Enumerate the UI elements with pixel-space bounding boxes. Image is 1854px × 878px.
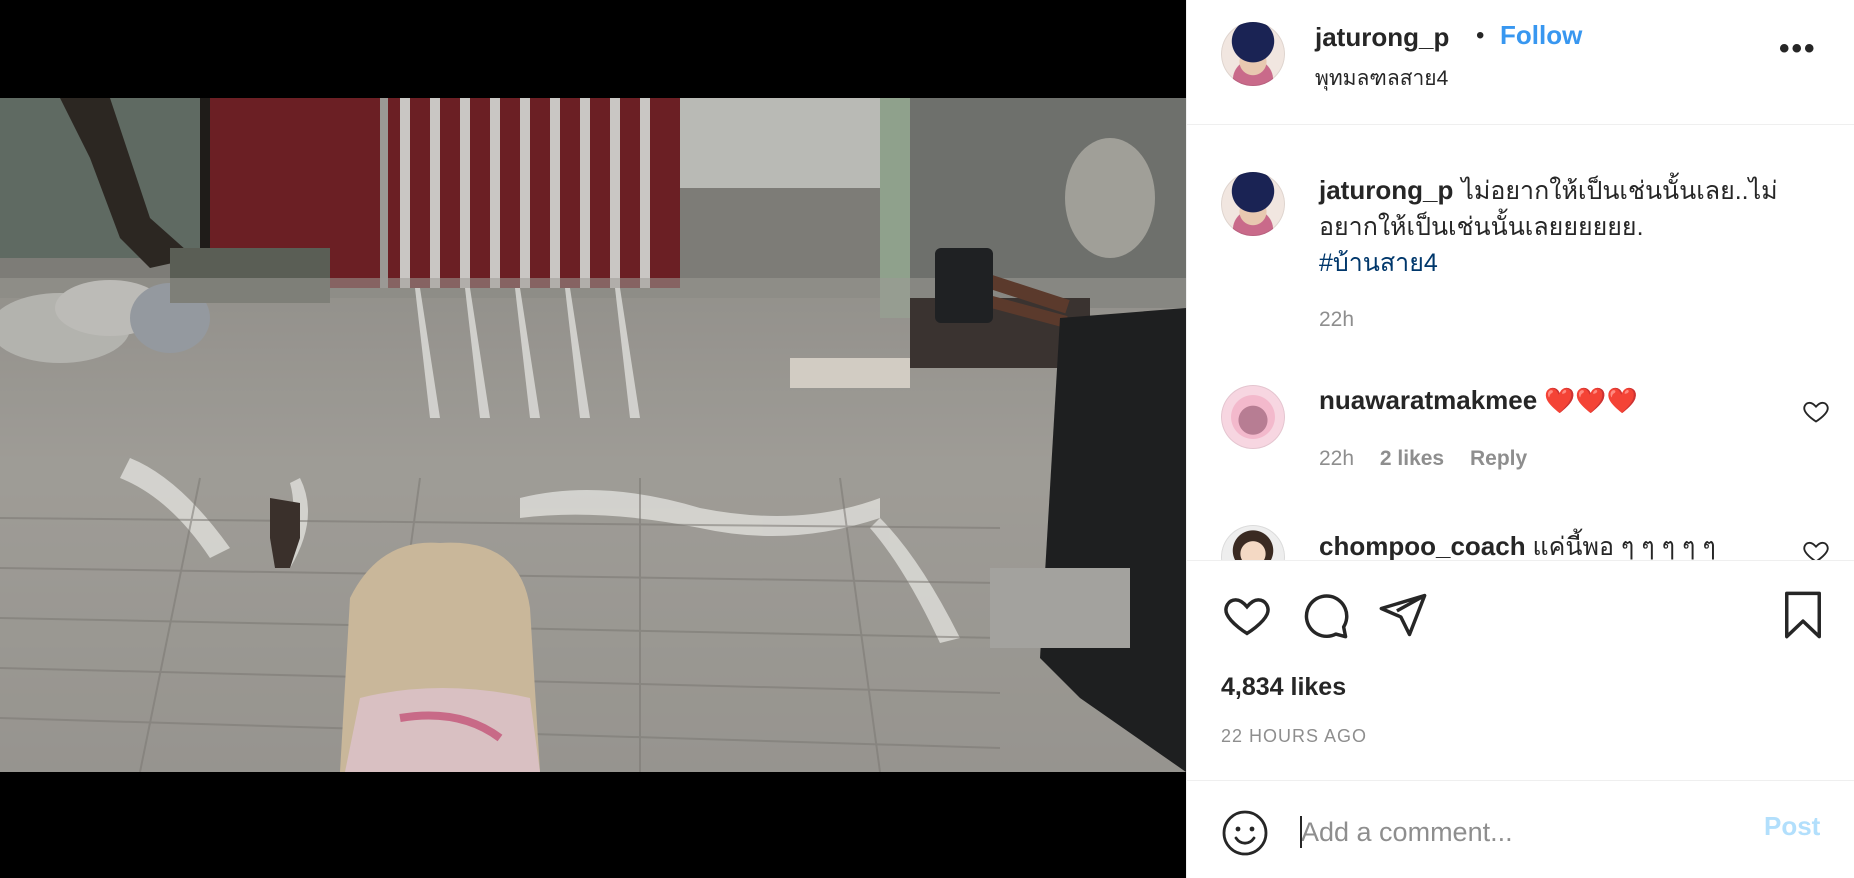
like-heart-icon[interactable] [1221,589,1273,641]
comment-like-heart-icon[interactable] [1802,397,1830,425]
post-timestamp[interactable]: 22 HOURS AGO [1221,726,1367,747]
commenter-avatar[interactable] [1221,385,1285,449]
post-photo[interactable] [0,98,1186,772]
post-side-panel: jaturong_p • Follow พุทมลฑลสาย4 ••• jatu… [1186,0,1854,878]
caption-time[interactable]: 22h [1319,308,1354,332]
follow-button[interactable]: Follow [1500,20,1582,51]
caption-hashtag-link[interactable]: #บ้านสาย4 [1319,249,1438,277]
comment-body: ❤️❤️❤️ [1544,387,1638,415]
post-location[interactable]: พุทมลฑลสาย4 [1315,62,1448,95]
more-options-icon[interactable]: ••• [1779,32,1817,66]
separator-dot: • [1476,22,1485,49]
comment-composer: Post [1187,780,1854,878]
caption-username[interactable]: jaturong_p [1319,175,1453,205]
comment-meta: 22h 2 likes Reply [1319,447,1547,471]
comment-username[interactable]: chompoo_coach [1319,531,1526,560]
post-media [0,0,1186,878]
author-avatar[interactable] [1221,22,1285,86]
comment-bubble-icon[interactable] [1299,589,1351,641]
caption-text: jaturong_p ไม่อยากให้เป็นเช่นนั้นเลย..ไม่… [1319,172,1829,281]
comment-likes[interactable]: 2 likes [1380,447,1444,470]
comment-input[interactable] [1299,801,1743,863]
share-send-icon[interactable] [1377,589,1429,641]
comments-list[interactable]: jaturong_p ไม่อยากให้เป็นเช่นนั้นเลย..ไม่… [1187,125,1854,560]
author-username[interactable]: jaturong_p [1315,22,1449,53]
save-bookmark-icon[interactable] [1777,589,1829,641]
like-count[interactable]: 4,834 likes [1221,673,1346,702]
post-comment-button[interactable]: Post [1764,811,1820,842]
caption-author-avatar[interactable] [1221,172,1285,236]
post-actions: 4,834 likes 22 HOURS AGO [1187,560,1854,780]
comment-body: แค่นี้พอ ๆ ๆ ๆ ๆ ๆ [1532,533,1716,560]
comment-time[interactable]: 22h [1319,447,1354,470]
comment-reply-button[interactable]: Reply [1470,447,1527,470]
comment-username[interactable]: nuawaratmakmee [1319,385,1537,415]
flooded-yard-image [0,98,1186,772]
comment-like-heart-icon[interactable] [1802,537,1830,560]
commenter-avatar[interactable] [1221,525,1285,560]
comment-text: nuawaratmakmee ❤️❤️❤️ [1319,385,1638,416]
post-header: jaturong_p • Follow พุทมลฑลสาย4 ••• [1187,0,1854,125]
text-caret [1300,816,1302,848]
comment-text: chompoo_coach แค่นี้พอ ๆ ๆ ๆ ๆ ๆ [1319,527,1716,560]
emoji-smile-icon[interactable] [1221,809,1269,857]
